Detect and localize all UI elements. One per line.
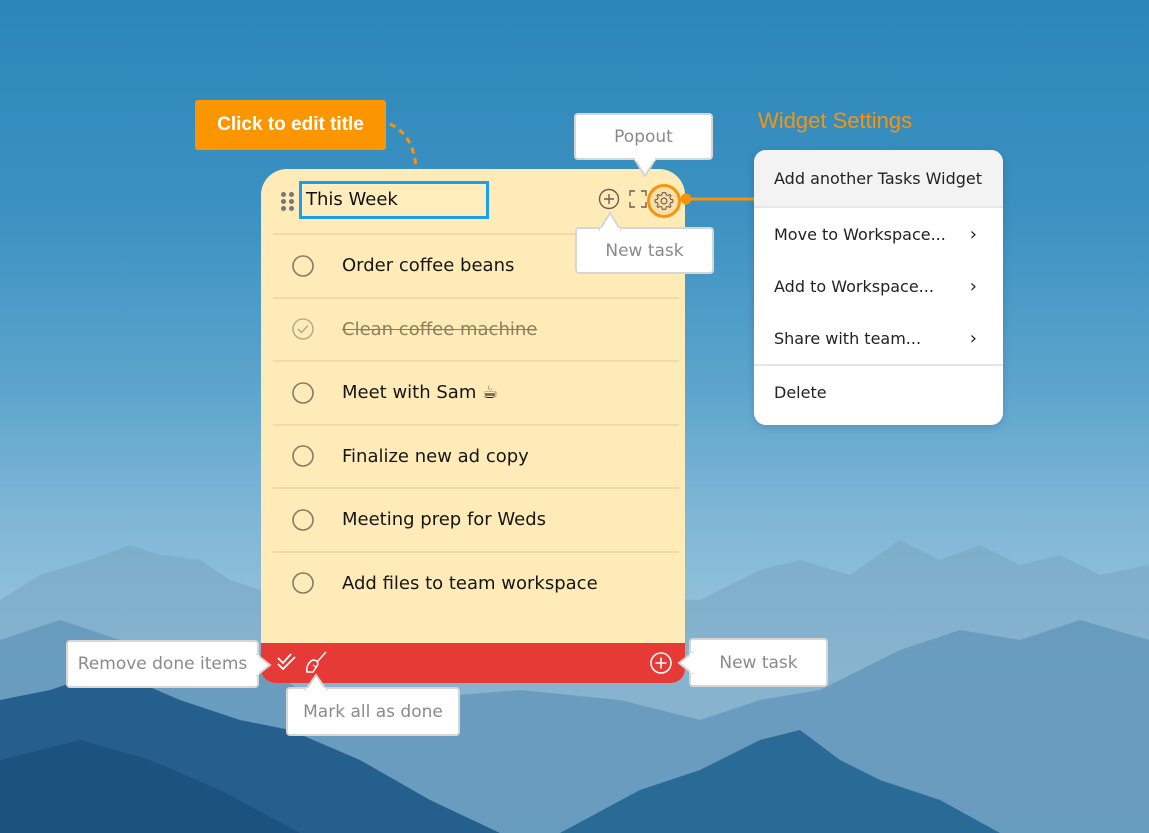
tooltip-pointer <box>256 654 272 676</box>
tooltip-pointer <box>677 652 693 674</box>
menu-item-move-workspace[interactable]: Move to Workspace... › <box>754 208 1003 260</box>
menu-item-label: Add to Workspace... <box>774 276 934 296</box>
widget-settings-label: Widget Settings <box>758 108 913 133</box>
task-label[interactable]: Add files to team workspace <box>342 573 598 594</box>
menu-item-label: Move to Workspace... <box>774 224 946 244</box>
popout-expand-icon[interactable] <box>627 188 649 210</box>
add-task-footer-icon[interactable] <box>649 651 673 675</box>
chevron-right-icon: › <box>969 223 977 245</box>
widget-header: This Week <box>261 169 685 233</box>
title-input[interactable]: This Week <box>299 181 489 219</box>
task-label[interactable]: Order coffee beans <box>342 255 514 276</box>
new-task-header-tooltip-text: New task <box>605 240 684 261</box>
checkbox-circle-icon[interactable] <box>291 508 315 532</box>
task-item-done[interactable]: Clean coffee machine <box>273 296 679 361</box>
checkbox-circle-icon[interactable] <box>291 444 315 468</box>
task-label[interactable]: Meeting prep for Weds <box>342 509 546 530</box>
tooltip-pointer <box>305 673 327 691</box>
remove-done-tooltip-text: Remove done items <box>77 654 248 674</box>
menu-item-label: Add another Tasks Widget <box>774 168 983 188</box>
settings-menu: Add another Tasks Widget Move to Workspa… <box>754 150 1003 425</box>
tooltip-pointer <box>634 158 656 178</box>
menu-item-share-team[interactable]: Share with team... › <box>754 312 1003 364</box>
task-list: Order coffee beans Clean coffee machine … <box>273 233 679 614</box>
new-task-footer-tooltip-text: New task <box>719 652 798 673</box>
new-task-header-tooltip: New task <box>575 211 714 274</box>
task-label[interactable]: Clean coffee machine <box>342 319 537 340</box>
tooltip-pointer <box>599 211 621 231</box>
broom-icon[interactable] <box>304 651 328 675</box>
checkbox-checked-icon[interactable] <box>291 317 315 341</box>
checkbox-circle-icon[interactable] <box>291 254 315 278</box>
settings-button[interactable] <box>647 184 681 218</box>
mark-all-done-tooltip-text: Mark all as done <box>303 701 443 722</box>
double-check-icon[interactable] <box>275 651 299 675</box>
task-item[interactable]: Meeting prep for Weds <box>273 487 679 551</box>
task-item[interactable]: Finalize new ad copy <box>273 423 679 488</box>
popout-tooltip: Popout <box>574 113 713 178</box>
menu-item-add-widget[interactable]: Add another Tasks Widget <box>754 150 1003 206</box>
chevron-right-icon: › <box>969 327 977 349</box>
new-task-footer-tooltip: New task <box>677 638 828 687</box>
gear-icon <box>654 192 674 210</box>
checkbox-circle-icon[interactable] <box>291 381 315 405</box>
task-item[interactable]: Add files to team workspace <box>273 550 679 615</box>
remove-done-tooltip: Remove done items <box>66 640 272 688</box>
settings-connector <box>680 193 760 205</box>
task-label[interactable]: Finalize new ad copy <box>342 446 529 467</box>
edit-title-annotation: Click to edit title <box>195 100 386 150</box>
chevron-right-icon: › <box>969 275 977 297</box>
menu-item-label: Share with team... <box>774 328 922 348</box>
mark-all-done-tooltip: Mark all as done <box>286 673 460 736</box>
task-label[interactable]: Meet with Sam ☕ <box>342 382 498 403</box>
menu-item-add-workspace[interactable]: Add to Workspace... › <box>754 260 1003 312</box>
menu-item-delete[interactable]: Delete <box>754 366 1003 418</box>
add-task-icon[interactable] <box>598 188 620 210</box>
task-item[interactable]: Meet with Sam ☕ <box>273 360 679 424</box>
checkbox-circle-icon[interactable] <box>291 571 315 595</box>
menu-item-label: Delete <box>774 382 827 402</box>
drag-handle-icon[interactable] <box>281 192 294 211</box>
popout-tooltip-text: Popout <box>614 126 673 147</box>
